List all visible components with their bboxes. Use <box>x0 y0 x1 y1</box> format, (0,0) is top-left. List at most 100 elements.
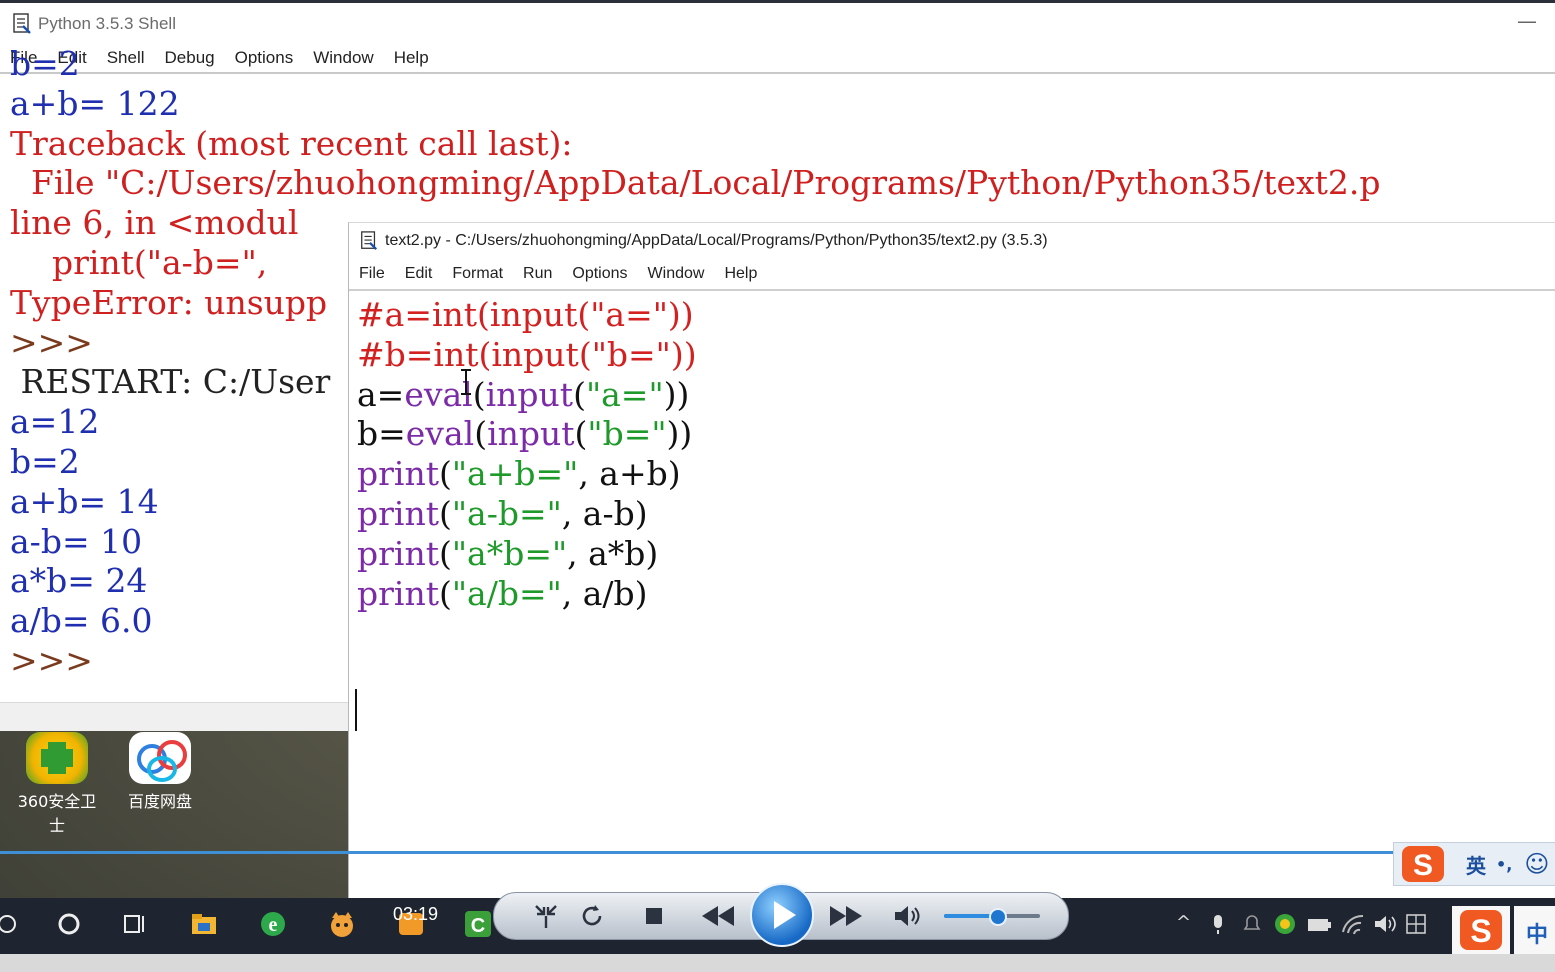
desktop-icon-360[interactable]: 360安全卫士 <box>12 732 102 836</box>
stop-icon[interactable] <box>642 904 666 928</box>
code-token: #b=int(input("b=")) <box>357 334 697 374</box>
desktop-icon-label: 百度网盘 <box>127 792 192 811</box>
file-explorer-icon[interactable] <box>189 909 219 939</box>
play-button[interactable] <box>750 883 814 947</box>
ime-mode-toggle[interactable]: 英 <box>1466 850 1486 879</box>
ime-toolbar[interactable]: S 英 •, ☺ <box>1393 842 1555 886</box>
code-token: , a+b) <box>578 454 681 494</box>
microphone-icon[interactable] <box>1206 912 1230 936</box>
code-line: print("a/b=", a/b) <box>357 574 697 614</box>
editor-menu-options[interactable]: Options <box>562 265 637 283</box>
code-token: print <box>357 533 439 573</box>
playback-time: 03:19 <box>393 904 439 924</box>
code-token: a= <box>357 374 405 414</box>
svg-text:S: S <box>1413 849 1433 882</box>
code-token: "a*b=" <box>451 533 568 573</box>
code-line: b=eval(input("b=")) <box>357 414 697 454</box>
editor-menu-file[interactable]: File <box>349 265 395 283</box>
editor-menu-run[interactable]: Run <box>513 265 562 283</box>
tray-chevron-up-icon[interactable]: ^ <box>1176 912 1191 933</box>
volume-knob[interactable] <box>988 908 1007 926</box>
code-token: ( <box>438 493 452 533</box>
code-token: eval <box>405 414 475 454</box>
360-safe-icon <box>26 732 88 784</box>
360-tray-icon[interactable] <box>1273 912 1297 936</box>
code-token: , a-b) <box>561 493 648 533</box>
volume-icon[interactable] <box>892 903 922 929</box>
editor-code-area[interactable]: #a=int(input("a=")) #b=int(input("b=")) a=… <box>357 295 697 613</box>
code-token: ( <box>438 573 452 613</box>
code-line: a=eval(input("a=")) <box>357 375 697 415</box>
fast-forward-icon[interactable] <box>826 903 866 929</box>
speaker-icon[interactable] <box>1372 912 1398 936</box>
cat-app-icon[interactable] <box>327 909 357 939</box>
editor-window: text2.py - C:/Users/zhuohongming/AppData… <box>348 222 1555 899</box>
code-token: ( <box>472 374 486 414</box>
sogou-logo-icon: S <box>1402 846 1444 882</box>
ime-punctuation-toggle[interactable]: •, <box>1496 855 1512 874</box>
sogou-tray-icon[interactable]: S <box>1452 906 1510 954</box>
code-token: b= <box>357 414 406 454</box>
code-line: #b=int(input("b=")) <box>357 335 697 375</box>
cortana-icon[interactable] <box>54 909 84 939</box>
shell-horizontal-scrollbar[interactable] <box>0 702 348 731</box>
svg-text:S: S <box>1470 913 1491 949</box>
desktop-icon-baidu[interactable]: 百度网盘 <box>115 732 205 812</box>
code-token: "a=" <box>585 374 664 414</box>
code-token: #a=int(input("a=")) <box>357 295 694 334</box>
volume-slider[interactable] <box>944 908 1040 926</box>
text-caret <box>355 689 357 731</box>
ime-language-box[interactable]: 中 <box>1514 906 1555 954</box>
ibeam-cursor-icon <box>461 369 471 395</box>
shell-title: Python 3.5.3 Shell <box>38 14 176 33</box>
shrink-icon[interactable] <box>532 902 560 930</box>
editor-menubar: File Edit Format Run Options Window Help <box>349 259 1555 291</box>
svg-text:C: C <box>471 915 485 937</box>
code-token: )) <box>666 414 693 454</box>
code-token: print <box>357 493 439 533</box>
code-token: "a+b=" <box>451 454 579 494</box>
code-token: , a*b) <box>567 533 659 573</box>
code-token: "a-b=" <box>451 493 562 533</box>
browser-icon[interactable]: e <box>258 909 288 939</box>
code-token: , a/b) <box>561 573 648 613</box>
code-token: ( <box>474 414 488 454</box>
code-token: input <box>485 374 574 414</box>
shell-titlebar[interactable]: Python 3.5.3 Shell — <box>0 0 1555 44</box>
task-view-icon[interactable] <box>119 909 149 939</box>
camtasia-icon[interactable]: C <box>463 909 493 939</box>
editor-menu-format[interactable]: Format <box>442 265 513 283</box>
editor-menu-edit[interactable]: Edit <box>395 265 443 283</box>
search-icon[interactable] <box>0 909 22 939</box>
baidu-netdisk-icon <box>129 732 191 784</box>
play-icon <box>774 901 796 929</box>
notification-bell-icon[interactable] <box>1240 912 1264 936</box>
repeat-icon[interactable] <box>578 902 606 930</box>
idle-file-icon <box>13 13 31 34</box>
wifi-icon[interactable] <box>1340 912 1366 936</box>
shell-output-line: File "C:/Users/zhuohongming/AppData/Loca… <box>10 163 1381 203</box>
code-token: input <box>487 414 575 454</box>
code-token: "a/b=" <box>451 573 562 613</box>
code-token: "b=" <box>587 414 667 454</box>
minimize-button[interactable]: — <box>1517 9 1537 33</box>
shell-output-line: a+b= 122 <box>10 83 180 123</box>
code-token: print <box>357 454 439 494</box>
editor-titlebar[interactable]: text2.py - C:/Users/zhuohongming/AppData… <box>349 223 1555 259</box>
video-progress-bar[interactable] <box>0 851 1393 854</box>
svg-text:e: e <box>269 914 278 936</box>
code-token: ( <box>438 454 452 494</box>
code-line: print("a-b=", a-b) <box>357 494 697 534</box>
code-token: ( <box>573 374 586 414</box>
editor-menu-window[interactable]: Window <box>638 265 715 283</box>
ime-emoji-button[interactable]: ☺ <box>1524 850 1549 878</box>
desktop-icon-label: 360安全卫士 <box>17 792 97 835</box>
bottom-strip <box>0 954 1555 972</box>
ime-language-label: 中 <box>1526 923 1549 948</box>
editor-title: text2.py - C:/Users/zhuohongming/AppData… <box>385 232 1048 249</box>
battery-icon[interactable] <box>1306 914 1332 936</box>
rewind-icon[interactable] <box>698 903 738 929</box>
network-tray-icon[interactable] <box>1404 912 1428 936</box>
editor-menu-help[interactable]: Help <box>714 265 767 283</box>
code-line: #a=int(input("a=")) <box>357 295 697 335</box>
